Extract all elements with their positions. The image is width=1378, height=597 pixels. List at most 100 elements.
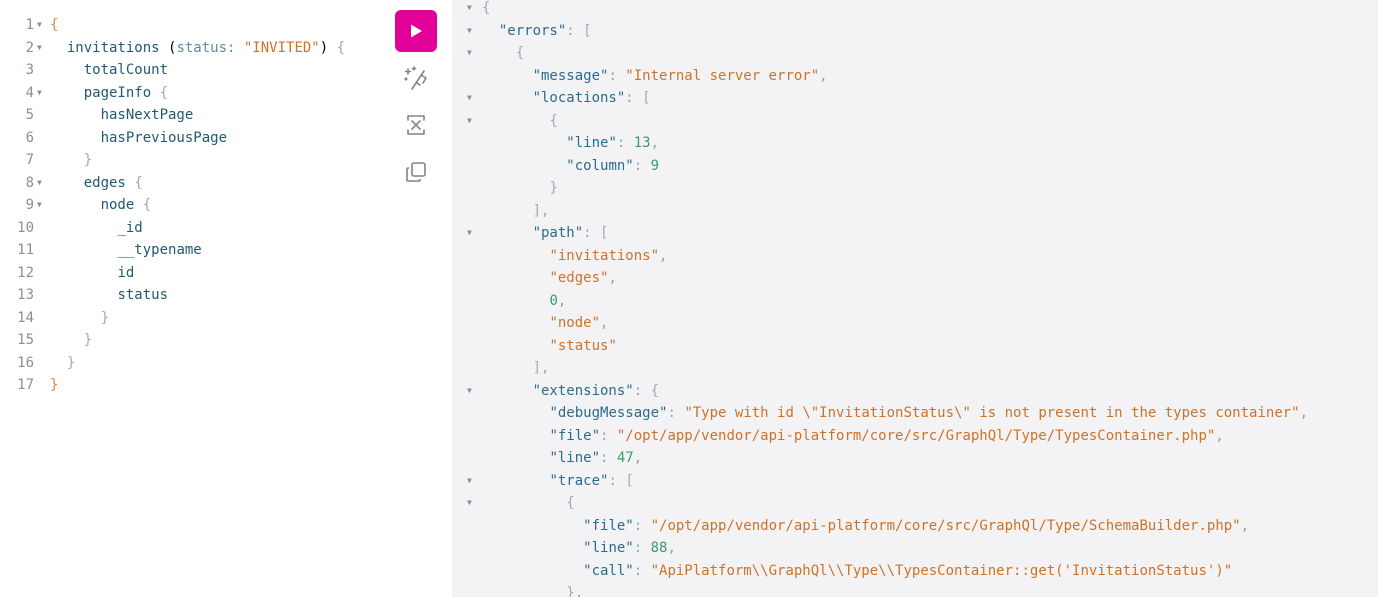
code-token: :	[633, 562, 651, 579]
fold-arrow-icon[interactable]: ▼	[467, 492, 472, 515]
fold-arrow-icon[interactable]: ▼	[467, 87, 472, 110]
prettify-button[interactable]	[395, 57, 437, 99]
line-number: 8	[25, 174, 34, 191]
line-number: 15	[17, 332, 34, 348]
code-text: edges {	[50, 172, 143, 195]
copy-query-button[interactable]	[395, 151, 437, 193]
code-token: "edges"	[549, 270, 609, 286]
code-token: :	[227, 39, 244, 56]
line-number: 17	[17, 377, 34, 393]
fold-arrow-icon[interactable]: ▼	[37, 172, 42, 195]
merge-fragments-icon	[407, 115, 425, 135]
code-token: "trace"	[549, 472, 609, 489]
fold-arrow-icon[interactable]: ▼	[467, 0, 472, 20]
code-text: pageInfo {	[50, 82, 168, 105]
code-token: ,	[1215, 427, 1224, 444]
code-token: {	[134, 174, 143, 191]
merge-fragments-button[interactable]	[395, 104, 437, 146]
code-text: hasNextPage	[50, 104, 194, 127]
play-icon	[411, 24, 422, 38]
code-token: "locations"	[532, 90, 626, 106]
code-token: "line"	[566, 135, 617, 151]
code-text: {	[50, 14, 58, 37]
code-text: {	[482, 42, 524, 65]
code-text: "status"	[482, 335, 616, 358]
code-token: [	[583, 22, 592, 39]
code-text: id	[50, 262, 134, 285]
line-number: 5	[25, 107, 34, 123]
code-token: "INVITED"	[243, 39, 320, 56]
code-token: }	[50, 377, 59, 393]
code-token: id	[117, 264, 135, 281]
code-text: "debugMessage": "Type with id \"Invitati…	[482, 402, 1308, 425]
line-number: 13	[17, 287, 34, 303]
code-token: :	[667, 405, 685, 421]
line-number: 6	[25, 129, 34, 146]
code-token: {	[142, 197, 152, 213]
code-token: 9	[650, 157, 660, 174]
query-editor[interactable]: 1 ▼{2 ▼ invitations (status: "INVITED") {3…	[0, 0, 452, 597]
code-text: "trace": [	[482, 470, 633, 493]
code-text: }	[50, 307, 109, 330]
fold-arrow-icon[interactable]: ▼	[37, 14, 42, 37]
code-token: ,	[650, 135, 660, 151]
code-token: ,	[557, 292, 567, 309]
code-token: "/opt/app/vendor/api-platform/core/src/G…	[650, 517, 1241, 534]
fold-arrow-icon[interactable]: ▼	[37, 194, 42, 217]
code-token: "call"	[583, 562, 634, 579]
line-number: 9	[25, 197, 34, 213]
code-token: "line"	[549, 450, 601, 466]
line-number: 7	[25, 152, 34, 168]
code-text: }	[50, 374, 58, 397]
run-button[interactable]	[395, 10, 437, 52]
line-number: 10	[17, 219, 34, 236]
code-token: _id	[117, 219, 143, 236]
fold-arrow-icon[interactable]: ▼	[467, 380, 472, 403]
code-token: "debugMessage"	[549, 405, 668, 421]
result-viewer[interactable]: ▼ {▼ "errors": [▼ { "message": "Internal …	[452, 0, 1378, 597]
fold-arrow-icon[interactable]: ▼	[467, 470, 472, 493]
code-token: },	[566, 585, 584, 597]
fold-arrow-icon[interactable]: ▼	[467, 20, 472, 43]
code-token: {	[650, 382, 660, 399]
fold-arrow-icon[interactable]: ▼	[467, 42, 472, 65]
fold-arrow-icon[interactable]: ▼	[37, 82, 42, 105]
code-token: }	[83, 332, 93, 348]
code-token: :	[633, 382, 651, 399]
fold-arrow-icon[interactable]: ▼	[467, 110, 472, 133]
line-number: 16	[17, 354, 34, 371]
code-token: "errors"	[498, 22, 567, 39]
code-text: "invitations",	[482, 245, 667, 268]
code-token: ],	[532, 360, 550, 376]
code-token: {	[549, 112, 558, 129]
code-token: {	[336, 39, 346, 56]
code-token: :	[633, 157, 651, 174]
code-token: :	[600, 427, 617, 444]
code-token: ,	[633, 450, 643, 466]
code-text: node {	[50, 194, 152, 217]
code-token: "message"	[532, 67, 609, 84]
fold-arrow-icon[interactable]: ▼	[37, 37, 42, 60]
code-text: {	[482, 110, 558, 133]
fold-arrow-icon[interactable]: ▼	[467, 222, 472, 245]
code-text: totalCount	[50, 59, 168, 82]
code-token: }	[100, 309, 110, 326]
code-token: "file"	[583, 517, 634, 534]
code-token: ,	[1240, 517, 1250, 534]
